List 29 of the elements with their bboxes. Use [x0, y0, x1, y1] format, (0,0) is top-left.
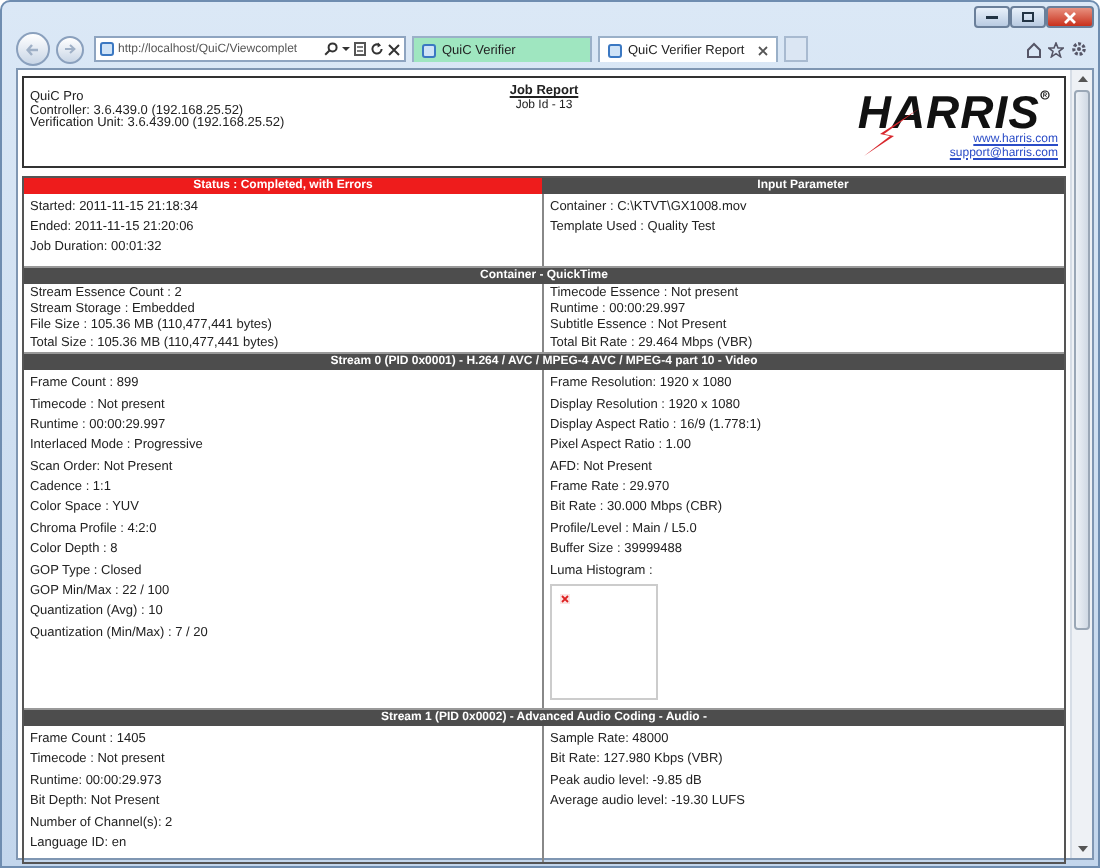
minimize-icon — [986, 14, 998, 20]
up-arrow-icon[interactable] — [1077, 76, 1087, 82]
home-icon[interactable] — [1026, 41, 1042, 57]
stop-icon[interactable] — [388, 43, 400, 55]
close-button[interactable] — [1046, 6, 1094, 28]
scroll-thumb[interactable] — [1074, 90, 1090, 630]
left-arrow-icon — [26, 43, 40, 55]
search-icon[interactable] — [324, 42, 338, 56]
back-button[interactable] — [16, 32, 50, 66]
refresh-icon[interactable] — [370, 42, 384, 56]
document-icon[interactable] — [354, 42, 366, 56]
maximize-icon — [1022, 12, 1034, 22]
registered-icon — [1040, 90, 1050, 100]
caret-icon[interactable] — [342, 46, 350, 52]
settings-icon[interactable] — [1070, 40, 1088, 58]
page-icon — [100, 42, 114, 56]
close-tab-icon[interactable] — [758, 45, 768, 55]
maximize-button[interactable] — [1010, 6, 1046, 28]
page-icon — [608, 43, 622, 57]
close-icon — [1064, 11, 1076, 23]
page-icon — [422, 43, 436, 57]
broken-image-icon — [560, 594, 570, 605]
right-arrow-icon — [64, 44, 76, 54]
minimize-button[interactable] — [974, 6, 1010, 28]
scrollbar[interactable] — [1070, 70, 1092, 858]
down-arrow-icon[interactable] — [1077, 846, 1087, 852]
star-icon[interactable] — [1048, 41, 1064, 57]
forward-button[interactable] — [56, 35, 84, 63]
logo: HARRIS — [857, 90, 1040, 134]
